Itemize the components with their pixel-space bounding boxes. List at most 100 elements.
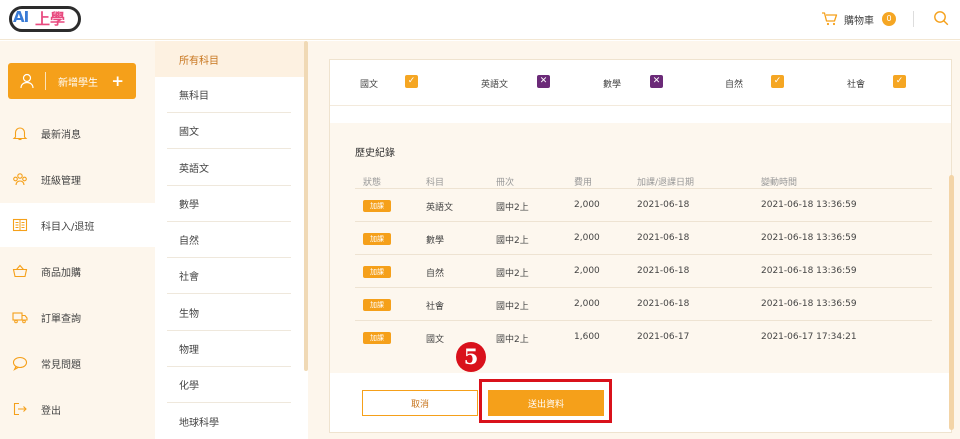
status-badge: 加課 xyxy=(363,200,391,212)
col-header-volume: 冊次 xyxy=(496,178,515,188)
sidebar-item-purchase[interactable]: 商品加購 xyxy=(0,249,155,293)
sidebar-item-class[interactable]: 班級管理 xyxy=(0,157,155,201)
subject-item-science[interactable]: 自然 xyxy=(167,222,291,258)
subject-selection-row: 國文 ✓ 英語文 ✕ 數學 ✕ 自然 ✓ 社會 ✓ xyxy=(330,60,951,106)
cart-button[interactable]: 購物車 0 xyxy=(821,9,896,29)
subject-item-social[interactable]: 社會 xyxy=(167,258,291,294)
sidebar-item-subject-enrollment[interactable]: 科目入/退班 xyxy=(0,203,155,247)
main-content: 國文 ✓ 英語文 ✕ 數學 ✕ 自然 ✓ 社會 ✓ 歷史紀錄 狀態 科目 冊次 … xyxy=(308,41,960,439)
sidebar-item-label: 科目入/退班 xyxy=(41,221,95,233)
cell-fee: 2,000 xyxy=(574,200,600,210)
sidebar-item-orders[interactable]: 訂單查詢 xyxy=(0,295,155,339)
cell-volume: 國中2上 xyxy=(496,335,529,345)
sidebar-item-faq[interactable]: 常見問題 xyxy=(0,341,155,385)
sidebar-item-label: 班級管理 xyxy=(41,175,81,187)
cell-fee: 1,600 xyxy=(574,332,600,342)
selection-english: 英語文 xyxy=(481,76,508,90)
cell-time: 2021-06-18 13:36:59 xyxy=(761,233,857,243)
step-marker: 5 xyxy=(456,342,486,372)
logo-brand-text: 上學 xyxy=(35,10,66,28)
logout-icon xyxy=(13,402,27,416)
status-badge: 加課 xyxy=(363,266,391,278)
subject-item-all[interactable]: 所有科目 xyxy=(155,41,305,77)
main-scrollbar[interactable] xyxy=(949,175,954,430)
add-student-divider xyxy=(45,72,46,90)
cart-icon xyxy=(822,12,838,26)
selection-label: 自然 xyxy=(725,79,744,90)
cell-subject: 英語文 xyxy=(426,203,454,213)
subject-item-chinese[interactable]: 國文 xyxy=(167,113,291,149)
subject-item-math[interactable]: 數學 xyxy=(167,186,291,222)
table-row: 加課 國文 國中2上 1,600 2021-06-17 2021-06-17 1… xyxy=(355,321,932,354)
bell-icon xyxy=(12,127,28,141)
selection-chinese: 國文 xyxy=(360,76,378,90)
sidebar-item-news[interactable]: 最新消息 xyxy=(0,111,155,155)
sidebar-item-label: 常見問題 xyxy=(41,359,81,371)
subject-item-none[interactable]: 無科目 xyxy=(167,77,291,113)
cell-date: 2021-06-18 xyxy=(637,266,690,276)
selection-label: 國文 xyxy=(360,79,379,90)
add-student-label: 新增學生 xyxy=(58,77,98,89)
history-title: 歷史紀錄 xyxy=(355,148,395,159)
header: AI 上學 購物車 0 xyxy=(0,0,960,40)
enrollment-card: 國文 ✓ 英語文 ✕ 數學 ✕ 自然 ✓ 社會 ✓ 歷史紀錄 狀態 科目 冊次 … xyxy=(329,59,952,433)
subject-item-chemistry[interactable]: 化學 xyxy=(167,367,291,403)
table-row: 加課 社會 國中2上 2,000 2021-06-18 2021-06-18 1… xyxy=(355,288,932,321)
col-header-status: 狀態 xyxy=(363,178,382,188)
selection-science: 自然 xyxy=(725,76,743,90)
sidebar-item-logout[interactable]: 登出 xyxy=(0,387,155,431)
cell-date: 2021-06-17 xyxy=(637,332,690,342)
col-header-date: 加課/退課日期 xyxy=(637,178,695,188)
plus-icon: + xyxy=(111,72,124,90)
checkbox-social[interactable]: ✓ xyxy=(893,75,906,88)
cell-volume: 國中2上 xyxy=(496,269,529,279)
logo[interactable]: AI 上學 xyxy=(9,6,81,32)
people-icon xyxy=(13,173,27,186)
add-student-button[interactable]: 新增學生 + xyxy=(8,63,136,99)
submit-button[interactable]: 送出資料 xyxy=(488,390,604,416)
status-badge: 加課 xyxy=(363,332,391,344)
book-icon xyxy=(12,218,28,232)
logo-ai-text: AI xyxy=(13,8,29,26)
cell-time: 2021-06-18 13:36:59 xyxy=(761,266,857,276)
basket-icon xyxy=(12,264,28,278)
checkbox-math[interactable]: ✕ xyxy=(650,75,663,88)
cell-subject: 自然 xyxy=(426,269,445,279)
sidebar-item-label: 最新消息 xyxy=(41,129,81,141)
subject-item-english[interactable]: 英語文 xyxy=(167,150,291,186)
selection-label: 數學 xyxy=(603,79,622,90)
sidebar: 新增學生 + 最新消息 班級管理 科目入/退班 商品加購 訂單查詢 常見問題 登… xyxy=(0,41,155,439)
selection-math: 數學 xyxy=(603,76,621,90)
checkbox-science[interactable]: ✓ xyxy=(771,75,784,88)
cell-date: 2021-06-18 xyxy=(637,299,690,309)
subject-item-biology[interactable]: 生物 xyxy=(167,295,291,331)
table-row: 加課 數學 國中2上 2,000 2021-06-18 2021-06-18 1… xyxy=(355,222,932,255)
status-badge: 加課 xyxy=(363,299,391,311)
cell-time: 2021-06-17 17:34:21 xyxy=(761,332,857,342)
sidebar-item-label: 商品加購 xyxy=(41,267,81,279)
status-badge: 加課 xyxy=(363,233,391,245)
cell-fee: 2,000 xyxy=(574,233,600,243)
table-row: 加課 自然 國中2上 2,000 2021-06-18 2021-06-18 1… xyxy=(355,255,932,288)
selection-label: 社會 xyxy=(847,79,866,90)
header-divider xyxy=(913,11,914,27)
cell-fee: 2,000 xyxy=(574,299,600,309)
cell-volume: 國中2上 xyxy=(496,203,529,213)
subject-item-earth-science[interactable]: 地球科學 xyxy=(167,403,291,439)
selection-social: 社會 xyxy=(847,76,865,90)
cancel-button[interactable]: 取消 xyxy=(362,390,478,416)
table-row: 加課 英語文 國中2上 2,000 2021-06-18 2021-06-18 … xyxy=(355,189,932,222)
history-section: 歷史紀錄 狀態 科目 冊次 費用 加課/退課日期 變動時間 加課 英語文 國中2… xyxy=(330,123,951,373)
cell-date: 2021-06-18 xyxy=(637,200,690,210)
cell-volume: 國中2上 xyxy=(496,302,529,312)
cell-subject: 社會 xyxy=(426,302,445,312)
checkbox-chinese[interactable]: ✓ xyxy=(405,75,418,88)
col-header-subject: 科目 xyxy=(426,178,445,188)
search-icon[interactable] xyxy=(933,10,949,26)
selection-label: 英語文 xyxy=(481,79,509,90)
checkbox-english[interactable]: ✕ xyxy=(537,75,550,88)
col-header-fee: 費用 xyxy=(574,178,593,188)
subject-item-physics[interactable]: 物理 xyxy=(167,331,291,367)
chat-icon xyxy=(12,356,28,371)
subject-list: 所有科目 無科目 國文 英語文 數學 自然 社會 生物 物理 化學 地球科學 xyxy=(155,41,308,439)
